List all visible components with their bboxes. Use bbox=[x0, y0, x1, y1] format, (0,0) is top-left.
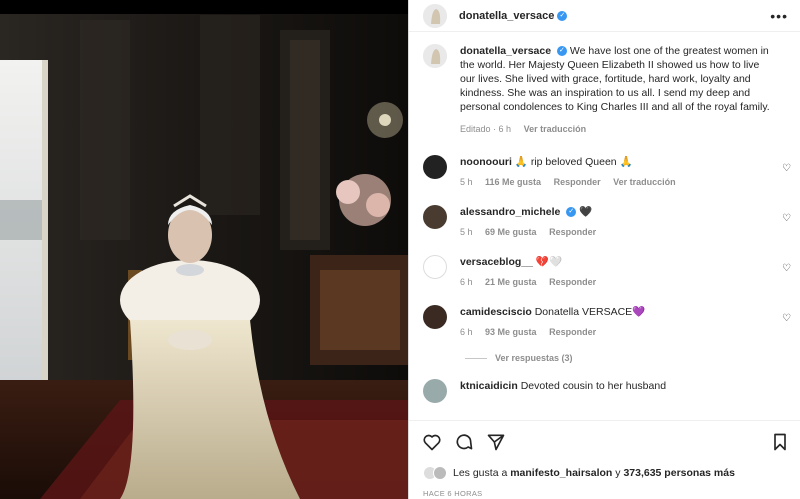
like-comment-heart-icon[interactable]: ♡ bbox=[782, 313, 791, 324]
comment-body: noonoouri 🙏 rip beloved Queen 🙏 5 h 116 … bbox=[460, 155, 772, 189]
caption-username[interactable]: donatella_versace bbox=[460, 45, 551, 57]
liker-username[interactable]: manifesto_hairsalon bbox=[510, 467, 612, 479]
comment-time: 6 h bbox=[460, 277, 473, 287]
post-photo[interactable] bbox=[0, 0, 408, 499]
post-details-panel: donatella_versace ✓ ••• donatella_versac… bbox=[408, 0, 800, 499]
comments-list[interactable]: donatella_versace ✓ We have lost one of … bbox=[409, 44, 800, 420]
comment-meta: 6 h 93 Me gusta Responder bbox=[460, 325, 772, 339]
author-username[interactable]: donatella_versace bbox=[459, 10, 554, 22]
comment-avatar[interactable] bbox=[423, 205, 447, 229]
comment-body: versaceblog__ 💔🤍 6 h 21 Me gusta Respond… bbox=[460, 255, 772, 289]
reply-link[interactable]: Responder bbox=[554, 177, 601, 187]
comment-likes[interactable]: 69 Me gusta bbox=[485, 227, 537, 237]
heart-icon[interactable] bbox=[421, 431, 443, 453]
comment-row: alessandro_michele ✓ 🖤 5 h 69 Me gusta R… bbox=[409, 205, 800, 239]
send-icon-graphic bbox=[487, 434, 505, 451]
post-timestamp[interactable]: HACE 6 HORAS bbox=[409, 489, 800, 498]
comment-time: 5 h bbox=[460, 227, 473, 237]
comment-text: 🖤 bbox=[579, 206, 593, 218]
comment-likes[interactable]: 21 Me gusta bbox=[485, 277, 537, 287]
comment-likes[interactable]: 93 Me gusta bbox=[485, 327, 537, 337]
likes-count[interactable]: 373,635 personas más bbox=[623, 467, 735, 479]
bookmark-icon[interactable] bbox=[769, 431, 791, 453]
likes-summary: Les gusta a manifesto_hairsalon y 373,63… bbox=[409, 463, 800, 483]
see-translation-link[interactable]: Ver traducción bbox=[613, 177, 676, 187]
replies-divider bbox=[465, 357, 487, 359]
author-avatar[interactable] bbox=[423, 3, 447, 28]
verified-badge-icon: ✓ bbox=[556, 46, 567, 57]
queen-portrait-image bbox=[0, 0, 408, 499]
comment-text: 💔🤍 bbox=[535, 256, 563, 268]
comment-avatar[interactable] bbox=[423, 255, 447, 279]
likes-prefix: Les gusta a bbox=[453, 467, 508, 479]
comment-text: 🙏 rip beloved Queen 🙏 bbox=[514, 156, 633, 168]
comment-row: camidesciscio Donatella VERSACE💜 6 h 93 … bbox=[409, 305, 800, 339]
reply-link[interactable]: Responder bbox=[549, 327, 596, 337]
like-comment-heart-icon[interactable]: ♡ bbox=[782, 213, 791, 224]
send-icon[interactable] bbox=[485, 431, 507, 453]
bookmark-icon-graphic bbox=[774, 433, 786, 451]
caption-body: donatella_versace ✓ We have lost one of … bbox=[460, 44, 772, 136]
action-bar bbox=[409, 421, 800, 463]
comment-meta: 6 h 21 Me gusta Responder bbox=[460, 275, 772, 289]
verified-badge-icon: ✓ bbox=[566, 207, 577, 218]
view-replies-label: Ver respuestas (3) bbox=[495, 353, 573, 363]
comment-username[interactable]: camidesciscio bbox=[460, 306, 532, 318]
caption-meta: Editado · 6 h Ver traducción bbox=[460, 122, 772, 136]
comment-likes[interactable]: 116 Me gusta bbox=[485, 177, 541, 187]
reply-link[interactable]: Responder bbox=[549, 277, 596, 287]
comment-username[interactable]: alessandro_michele bbox=[460, 206, 560, 218]
comment-avatar[interactable] bbox=[423, 379, 447, 403]
avatar-image bbox=[423, 44, 447, 68]
comment-body: ktnicaidicin Devoted cousin to her husba… bbox=[460, 379, 772, 403]
comment-row: ktnicaidicin Devoted cousin to her husba… bbox=[409, 379, 800, 403]
comment-avatar[interactable] bbox=[423, 155, 447, 179]
comment-username[interactable]: noonoouri bbox=[460, 156, 512, 168]
comment-username[interactable]: ktnicaidicin bbox=[460, 380, 518, 392]
post-header: donatella_versace ✓ ••• bbox=[409, 0, 800, 32]
caption-edited: Editado · 6 h bbox=[460, 124, 512, 134]
comment-icon-graphic bbox=[456, 434, 473, 450]
more-options-icon[interactable]: ••• bbox=[770, 8, 788, 24]
caption: donatella_versace ✓ We have lost one of … bbox=[409, 44, 800, 136]
post-footer: Les gusta a manifesto_hairsalon y 373,63… bbox=[409, 420, 800, 499]
view-replies-link[interactable]: Ver respuestas (3) bbox=[465, 353, 800, 363]
comment-meta: 5 h 69 Me gusta Responder bbox=[460, 225, 772, 239]
see-translation-link[interactable]: Ver traducción bbox=[524, 124, 587, 134]
comment-meta: 5 h 116 Me gusta Responder Ver traducció… bbox=[460, 175, 772, 189]
liker-avatars bbox=[423, 466, 447, 480]
reply-link[interactable]: Responder bbox=[549, 227, 596, 237]
like-comment-heart-icon[interactable]: ♡ bbox=[782, 163, 791, 174]
instagram-post-view: donatella_versace ✓ ••• donatella_versac… bbox=[0, 0, 800, 499]
comment-body: alessandro_michele ✓ 🖤 5 h 69 Me gusta R… bbox=[460, 205, 772, 239]
likes-middle: y bbox=[615, 467, 621, 479]
comment-text: Donatella VERSACE💜 bbox=[534, 306, 646, 318]
caption-avatar[interactable] bbox=[423, 44, 447, 68]
comment-time: 5 h bbox=[460, 177, 473, 187]
comment-text: Devoted cousin to her husband bbox=[520, 380, 667, 392]
comment-time: 6 h bbox=[460, 327, 473, 337]
comment-avatar[interactable] bbox=[423, 305, 447, 329]
comment-row: noonoouri 🙏 rip beloved Queen 🙏 5 h 116 … bbox=[409, 155, 800, 189]
comment-username[interactable]: versaceblog__ bbox=[460, 256, 533, 268]
avatar-image bbox=[423, 3, 447, 28]
comment-icon[interactable] bbox=[453, 431, 475, 453]
heart-icon-graphic bbox=[423, 434, 441, 451]
comment-body: camidesciscio Donatella VERSACE💜 6 h 93 … bbox=[460, 305, 772, 339]
comment-row: versaceblog__ 💔🤍 6 h 21 Me gusta Respond… bbox=[409, 255, 800, 289]
verified-badge-icon: ✓ bbox=[557, 10, 568, 21]
like-comment-heart-icon[interactable]: ♡ bbox=[782, 263, 791, 274]
